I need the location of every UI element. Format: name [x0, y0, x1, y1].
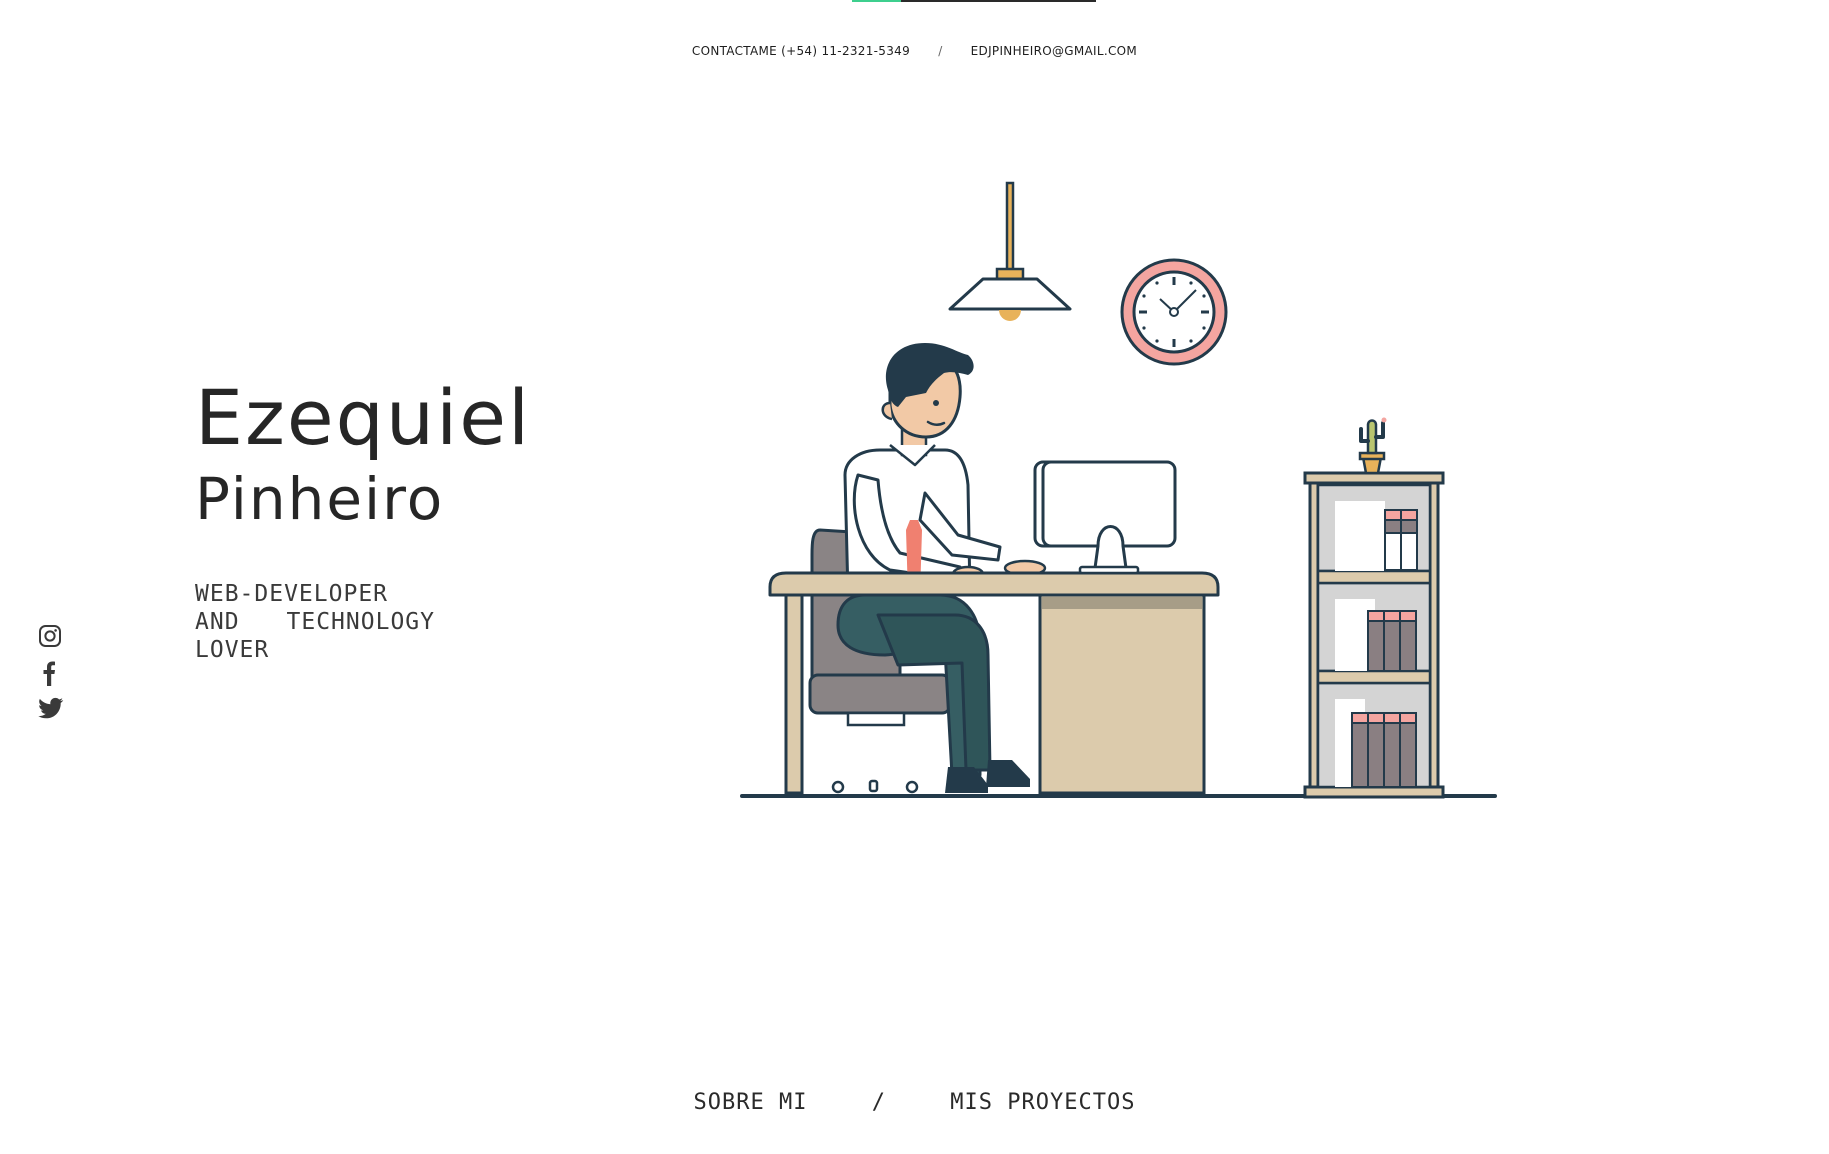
ceiling-lamp: [948, 181, 1072, 321]
tagline-word: LOVER: [195, 637, 270, 663]
binders-bottom: [1351, 712, 1417, 788]
tagline: WEB-DEVELOPER AND TECHNOLOGY LOVER: [195, 580, 435, 664]
binders-middle: [1367, 610, 1417, 672]
tagline-line: AND TECHNOLOGY: [195, 608, 435, 636]
contact-bar: CONTACTAME (+54) 11-2321-5349 / EDJPINHE…: [0, 44, 1829, 58]
contact-separator: /: [938, 44, 943, 58]
last-name: Pinheiro: [195, 465, 445, 533]
tagline-line: WEB-DEVELOPER: [195, 580, 435, 608]
email-link[interactable]: EDJPINHEIRO@GMAIL.COM: [971, 44, 1137, 58]
twitter-icon[interactable]: [38, 696, 64, 722]
projects-link[interactable]: MIS PROYECTOS: [950, 1090, 1135, 1115]
cactus-pot: [1358, 417, 1387, 475]
first-name: Ezequiel: [195, 373, 532, 462]
binders-top: [1384, 509, 1418, 571]
hero-name: Ezequiel Pinheiro: [195, 373, 532, 533]
tagline-word: AND: [195, 609, 240, 635]
tagline-word: WEB-DEVELOPER: [195, 581, 389, 607]
scroll-progress-bar: [852, 0, 1096, 2]
instagram-icon[interactable]: [38, 624, 64, 650]
bottom-nav: SOBRE MI / MIS PROYECTOS: [0, 1090, 1829, 1115]
phone-link[interactable]: CONTACTAME (+54) 11-2321-5349: [692, 44, 910, 58]
social-links: [38, 624, 64, 722]
about-link[interactable]: SOBRE MI: [694, 1090, 808, 1115]
facebook-icon[interactable]: [38, 660, 64, 686]
tagline-line: LOVER: [195, 636, 435, 664]
nav-separator: /: [871, 1090, 887, 1115]
tagline-word: TECHNOLOGY: [286, 609, 435, 635]
wall-clock: [1120, 258, 1228, 366]
bookshelf: [1303, 471, 1445, 799]
office-illustration: [740, 181, 1497, 799]
computer-monitor: [1033, 460, 1177, 575]
scroll-progress-fill: [852, 0, 901, 2]
